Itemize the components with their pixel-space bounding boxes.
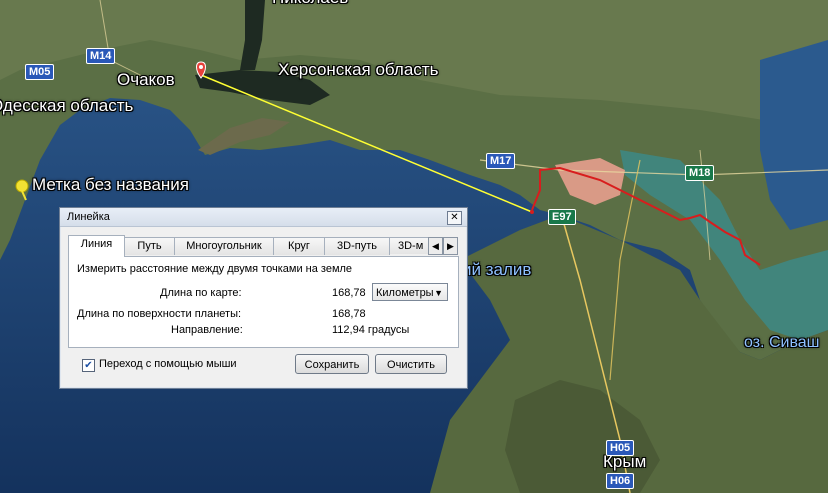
map-label-gulf: ий залив [462,260,532,279]
map-label-sivash: оз. Сиваш [744,334,820,351]
unit-select[interactable]: Километры ▼ [372,283,448,301]
save-button[interactable]: Сохранить [295,354,369,374]
tab-path[interactable]: Путь [124,237,175,255]
mouse-navigation-checkbox[interactable]: ✔ [82,359,95,372]
close-icon[interactable]: ✕ [447,211,462,225]
tab-3d-path[interactable]: 3D-путь [324,237,390,255]
road-shield-m18: M18 [685,165,715,181]
map-length-value: 168,78 [332,287,366,299]
tab-line[interactable]: Линия [68,235,125,257]
map-label-placemark: Метка без названия [32,175,189,194]
road-shield-e97: E97 [548,209,576,225]
map-label-ochakov: Очаков [117,70,175,89]
tab-circle[interactable]: Круг [273,237,325,255]
tabs-scroll-left-icon[interactable]: ◀ [428,237,443,255]
ground-length-label: Длина по поверхности планеты: [77,308,242,320]
mouse-navigation-label: Переход с помощью мыши [99,358,237,370]
ruler-line-panel: Измерить расстояние между двумя точками … [68,256,459,348]
road-shield-m17: M17 [486,153,516,169]
map-label-odessa-oblast: Одесская область [0,96,134,115]
ruler-dialog: Линейка ✕ Линия Путь Многоугольник Круг … [59,207,468,389]
map-length-label: Длина по карте: [160,287,242,299]
tabs-scroll-right-icon[interactable]: ▶ [443,237,458,255]
tab-polygon[interactable]: Многоугольник [174,237,274,255]
heading-label: Направление: [171,324,243,336]
map-label-nikolaev: Николаев [272,0,348,8]
dialog-title: Линейка [67,211,110,223]
road-shield-h06: H06 [606,473,635,489]
heading-value: 112,94 градусы [332,324,410,336]
unit-select-value: Километры [376,287,434,299]
road-shield-m14: M14 [86,48,116,64]
ground-length-value: 168,78 [332,308,366,320]
chevron-down-icon: ▼ [434,288,443,298]
ruler-tabs: Линия Путь Многоугольник Круг 3D-путь 3D… [68,235,458,257]
dialog-titlebar[interactable]: Линейка ✕ [60,208,467,227]
clear-button[interactable]: Очистить [375,354,447,374]
road-shield-m05: M05 [25,64,55,80]
map-label-kherson-oblast: Херсонская область [278,60,439,79]
road-shield-h05: H05 [606,440,635,456]
ruler-description: Измерить расстояние между двумя точками … [77,263,353,275]
